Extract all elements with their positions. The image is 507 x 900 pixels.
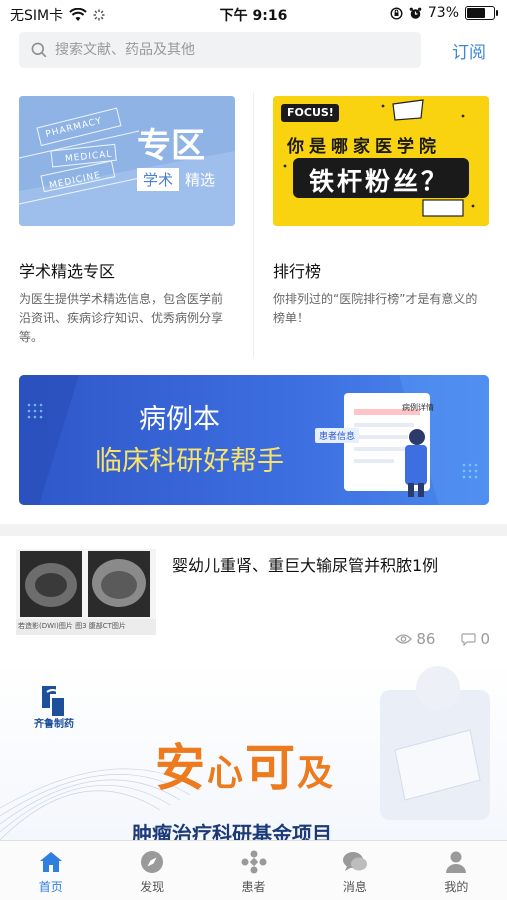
banner-tag-case-detail: 病例详情: [402, 403, 434, 412]
tab-home[interactable]: 首页: [0, 841, 101, 900]
ad-headline-char-3: 可: [245, 739, 298, 797]
tab-patients-label: 患者: [241, 880, 266, 894]
article-stats: 86 0: [395, 630, 490, 648]
eye-icon: [395, 634, 413, 644]
status-bar: 无SIM卡 下午 9:16 73%: [0, 0, 507, 28]
search-input[interactable]: [55, 42, 395, 58]
tab-profile[interactable]: 我的: [406, 841, 507, 900]
bottom-tab-bar: 首页 发现 患者 消息 我的: [0, 840, 507, 900]
academic-zone-card[interactable]: PHARMACY MEDICAL MEDICINE 专区 学术 精选 学术精选专…: [19, 96, 235, 344]
image-tag-academic: 学术: [137, 168, 180, 191]
battery-icon: [465, 6, 498, 20]
message-icon: [342, 852, 367, 871]
compass-icon: [141, 851, 164, 873]
tab-discover-label: 发现: [140, 880, 165, 894]
profile-icon: [446, 851, 467, 873]
image-badge-focus: FOCUS!: [287, 106, 334, 119]
patients-icon: [241, 850, 267, 874]
card-divider: [253, 92, 254, 357]
image-tag-selected: 精选: [185, 171, 216, 189]
article-comments: 0: [480, 630, 490, 648]
banner-subtitle: 临床科研好帮手: [95, 446, 284, 477]
subscribe-button[interactable]: 订阅: [452, 38, 486, 63]
ad-headline: 安心可及: [155, 728, 335, 800]
image-line-2: 铁杆粉丝？: [309, 167, 450, 196]
section-divider: [0, 524, 507, 536]
banner-tag-patient-info: 患者信息: [315, 428, 360, 443]
ad-headline-char-2: 心: [207, 753, 246, 794]
ranking-description: 你排列过的“医院排行榜”才是有意义的榜单！: [273, 292, 478, 325]
image-line-1: 你是哪家医学院: [287, 137, 441, 157]
ranking-title: 排行榜: [273, 262, 322, 281]
tab-profile-label: 我的: [444, 880, 469, 894]
ad-subline: 肿瘤治疗科研基金项目: [132, 822, 332, 840]
academic-zone-title: 学术精选专区: [19, 262, 116, 281]
ranking-image: FOCUS! 你是哪家医学院 铁杆粉丝？: [273, 96, 489, 226]
tab-home-label: 首页: [38, 880, 63, 894]
article-views: 86: [416, 630, 436, 648]
academic-zone-image: PHARMACY MEDICAL MEDICINE 专区 学术 精选: [19, 96, 235, 226]
home-icon: [39, 852, 62, 872]
banner-title: 病例本: [139, 404, 220, 435]
article-title[interactable]: 婴幼儿重肾、重巨大输尿管并积脓1例: [172, 552, 438, 576]
alarm-icon: [409, 7, 422, 19]
search-icon: [31, 42, 47, 58]
image-title-main: 专区: [137, 126, 205, 166]
tab-messages-label: 消息: [342, 880, 367, 894]
tab-messages[interactable]: 消息: [304, 841, 405, 900]
ad-logo-text: 齐鲁制药: [34, 719, 74, 730]
battery-level-fill: [467, 8, 485, 18]
ranking-card[interactable]: FOCUS! 你是哪家医学院 铁杆粉丝？ 排行榜 你排列过的“医院排行榜”才是有…: [273, 96, 489, 325]
tab-discover[interactable]: 发现: [101, 841, 202, 900]
battery-percent: 73%: [427, 5, 459, 21]
article-thumb-caption: 若造影(DWI)图片 图3 腹部CT图片: [18, 622, 126, 630]
ad-headline-char-1: 安: [155, 739, 207, 797]
tab-patients[interactable]: 患者: [203, 841, 304, 900]
comment-icon: [461, 632, 477, 646]
ad-headline-char-4: 及: [297, 753, 336, 794]
sponsored-ad[interactable]: 齐鲁制药 安心可及 肿瘤治疗科研基金项目: [0, 660, 507, 840]
search-bar[interactable]: [19, 32, 421, 68]
case-book-banner[interactable]: 病例本 临床科研好帮手 病例详情 患者信息: [19, 375, 489, 505]
orientation-lock-icon: [390, 6, 403, 20]
academic-zone-description: 为医生提供学术精选信息，包含医学前沿资讯、疾病诊疗知识、优秀病例分享等。: [19, 292, 224, 344]
article-thumbnail[interactable]: 若造影(DWI)图片 图3 腹部CT图片: [16, 549, 156, 635]
